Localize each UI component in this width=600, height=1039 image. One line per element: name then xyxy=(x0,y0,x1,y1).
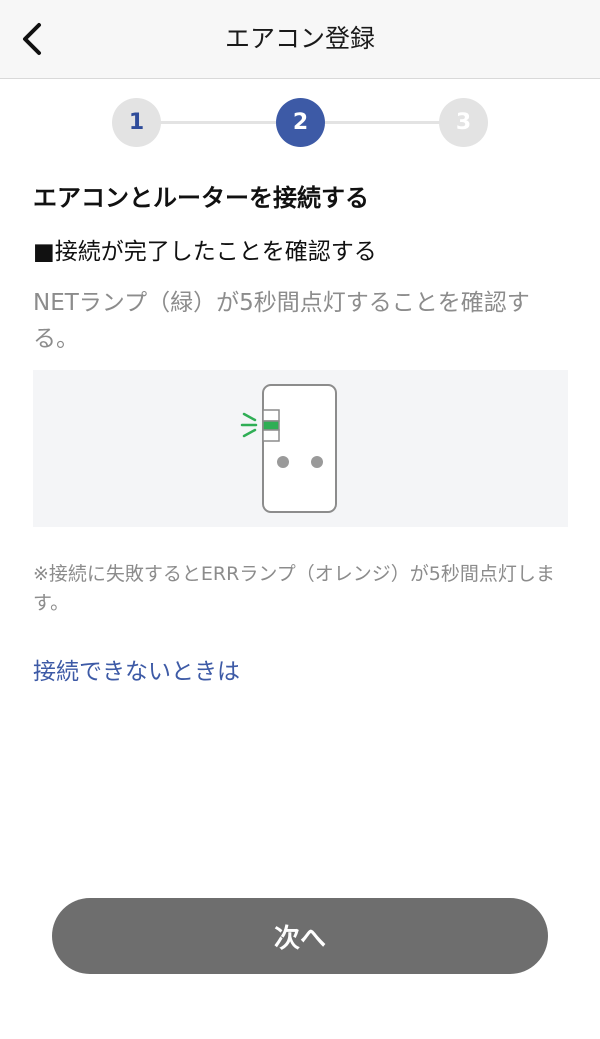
step-subtitle: ■接続が完了したことを確認する xyxy=(33,239,377,265)
next-button[interactable]: 次へ xyxy=(52,898,548,974)
app-header: エアコン登録 xyxy=(0,0,600,79)
step-connector xyxy=(316,121,456,124)
step-connector xyxy=(152,121,292,124)
error-note: ※接続に失敗するとERRランプ（オレンジ）が5秒間点灯します。 xyxy=(33,563,555,614)
step-1: 1 xyxy=(112,98,161,147)
progress-stepper: 1 2 3 xyxy=(112,98,488,148)
device-illustration xyxy=(33,370,568,527)
troubleshooting-link[interactable]: 接続できないときは xyxy=(33,652,240,686)
section-title: エアコンとルーターを接続する xyxy=(33,184,369,212)
step-3: 3 xyxy=(439,98,488,147)
page-title: エアコン登録 xyxy=(224,24,375,53)
instruction-text: NETランプ（緑）が5秒間点灯することを確認する。 xyxy=(33,290,530,352)
step-2: 2 xyxy=(276,98,325,147)
device-net-lamp-icon xyxy=(240,384,337,513)
